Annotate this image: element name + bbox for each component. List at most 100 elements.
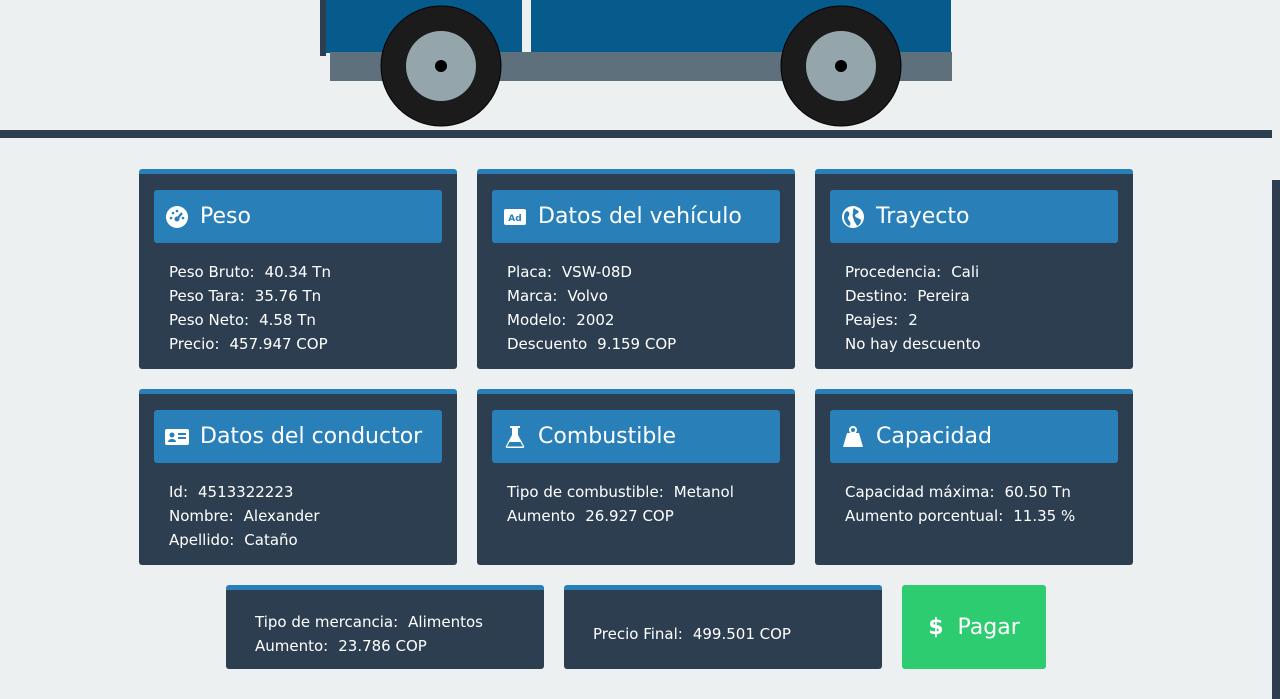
precio-final-value: 499.501 COP [692, 625, 791, 643]
procedencia-row: Procedencia: Cali [845, 260, 981, 284]
row-label: Tipo de combustible: [507, 483, 664, 501]
flask-icon [502, 424, 528, 450]
card-capacidad: Capacidad Capacidad máxima: 60.50 Tn Aume… [815, 389, 1133, 565]
card-vehiculo-body: Placa: VSW-08D Marca: Volvo Modelo: 2002 De… [507, 260, 676, 356]
row-value: Volvo [567, 287, 608, 305]
aumento-combustible-row: Aumento 26.927 COP [507, 504, 734, 528]
ad-icon: Ad [502, 204, 528, 230]
row-value: 457.947 COP [229, 335, 328, 353]
card-capacidad-body: Capacidad máxima: 60.50 Tn Aumento porcen… [845, 480, 1075, 528]
right-edge-bar [1272, 180, 1280, 699]
row-label: Aumento [507, 507, 576, 525]
card-conductor-header: Datos del conductor [154, 410, 442, 463]
id-row: Id: 4513322223 [169, 480, 320, 504]
pay-button[interactable]: $ Pagar [902, 585, 1046, 669]
row-value: 2 [908, 311, 918, 329]
nombre-row: Nombre: Alexander [169, 504, 320, 528]
row-value: Alimentos [408, 613, 483, 631]
row-value: 23.786 COP [338, 637, 427, 655]
card-peso-body: Peso Bruto: 40.34 Tn Peso Tara: 35.76 Tn P… [169, 260, 331, 356]
front-wheel [380, 5, 502, 127]
marca-row: Marca: Volvo [507, 284, 676, 308]
row-value: VSW-08D [561, 263, 632, 281]
scene-divider [0, 130, 1272, 138]
row-value: Alexander [243, 507, 320, 525]
precio-final-row: Precio Final: 499.501 COP [593, 622, 791, 646]
capacidad-maxima-row: Capacidad máxima: 60.50 Tn [845, 480, 1075, 504]
card-combustible-title: Combustible [538, 424, 676, 449]
card-precio-final: Precio Final: 499.501 COP [564, 585, 882, 669]
card-peso-title: Peso [200, 204, 251, 229]
precio-final-label: Precio Final: [593, 625, 683, 643]
row-value: 35.76 Tn [254, 287, 322, 305]
row-value: Metanol [673, 483, 734, 501]
aumento-mercancia-row: Aumento: 23.786 COP [255, 634, 483, 658]
row-label: Peso Bruto: [169, 263, 255, 281]
row-label: Capacidad máxima: [845, 483, 995, 501]
globe-icon [840, 204, 866, 230]
card-vehiculo-title: Datos del vehículo [538, 204, 742, 229]
aumento-porcentual-row: Aumento porcentual: 11.35 % [845, 504, 1075, 528]
card-peso-header: Peso [154, 190, 442, 243]
rear-wheel [780, 5, 902, 127]
card-trayecto-header: Trayecto [830, 190, 1118, 243]
gauge-icon [164, 204, 190, 230]
row-label: Peso Neto: [169, 311, 250, 329]
card-vehiculo: Ad Datos del vehículo Placa: VSW-08D Marc… [477, 169, 795, 369]
row-label: Aumento: [255, 637, 329, 655]
apellido-row: Apellido: Cataño [169, 528, 320, 552]
row-value: 9.159 COP [597, 335, 677, 353]
card-capacidad-header: Capacidad [830, 410, 1118, 463]
row-value: 26.927 COP [585, 507, 674, 525]
truck-illustration [320, 0, 952, 127]
row-label: Placa: [507, 263, 552, 281]
row-value: Cataño [244, 531, 298, 549]
modelo-row: Modelo: 2002 [507, 308, 676, 332]
card-vehiculo-header: Ad Datos del vehículo [492, 190, 780, 243]
card-trayecto-body: Procedencia: Cali Destino: Pereira Peajes:… [845, 260, 981, 356]
pay-button-label: Pagar [957, 614, 1020, 640]
row-value: 11.35 % [1013, 507, 1076, 525]
row-label: Procedencia: [845, 263, 942, 281]
row-value: 40.34 Tn [264, 263, 331, 281]
row-label: Peajes: [845, 311, 899, 329]
truck-divider [526, 0, 530, 52]
descuento-row: Descuento 9.159 COP [507, 332, 676, 356]
row-label: Tipo de mercancia: [255, 613, 399, 631]
row-value: 2002 [576, 311, 615, 329]
card-trayecto-title: Trayecto [876, 204, 970, 229]
tipo-combustible-row: Tipo de combustible: Metanol [507, 480, 734, 504]
id-card-icon [164, 424, 190, 450]
row-value: Cali [951, 263, 980, 281]
row-label: Marca: [507, 287, 558, 305]
row-label: Destino: [845, 287, 908, 305]
truck-cab-edge [320, 0, 326, 56]
weight-icon [840, 424, 866, 450]
peso-neto-row: Peso Neto: 4.58 Tn [169, 308, 331, 332]
row-label: Peso Tara: [169, 287, 245, 305]
tipo-mercancia-row: Tipo de mercancia: Alimentos [255, 610, 483, 634]
card-precio-final-body: Precio Final: 499.501 COP [593, 622, 791, 646]
dollar-icon: $ [928, 614, 944, 640]
peso-tara-row: Peso Tara: 35.76 Tn [169, 284, 331, 308]
row-label: Precio: [169, 335, 220, 353]
card-mercancia-body: Tipo de mercancia: Alimentos Aumento: 23.7… [255, 610, 483, 658]
row-value: 60.50 Tn [1004, 483, 1071, 501]
card-conductor: Datos del conductor Id: 4513322223 Nombre… [139, 389, 457, 565]
row-label: Nombre: [169, 507, 234, 525]
destino-row: Destino: Pereira [845, 284, 981, 308]
placa-row: Placa: VSW-08D [507, 260, 676, 284]
precio-row: Precio: 457.947 COP [169, 332, 331, 356]
svg-text:Ad: Ad [508, 214, 521, 224]
row-label: Descuento [507, 335, 588, 353]
row-label: Apellido: [169, 531, 235, 549]
peso-bruto-row: Peso Bruto: 40.34 Tn [169, 260, 331, 284]
truck-scene [0, 0, 1272, 130]
card-conductor-title: Datos del conductor [200, 424, 423, 449]
card-combustible: Combustible Tipo de combustible: Metanol … [477, 389, 795, 565]
row-label: Aumento porcentual: [845, 507, 1004, 525]
card-capacidad-title: Capacidad [876, 424, 992, 449]
row-value: Pereira [917, 287, 970, 305]
card-conductor-body: Id: 4513322223 Nombre: Alexander Apellido:… [169, 480, 320, 552]
row-label: No hay descuento [845, 335, 981, 353]
